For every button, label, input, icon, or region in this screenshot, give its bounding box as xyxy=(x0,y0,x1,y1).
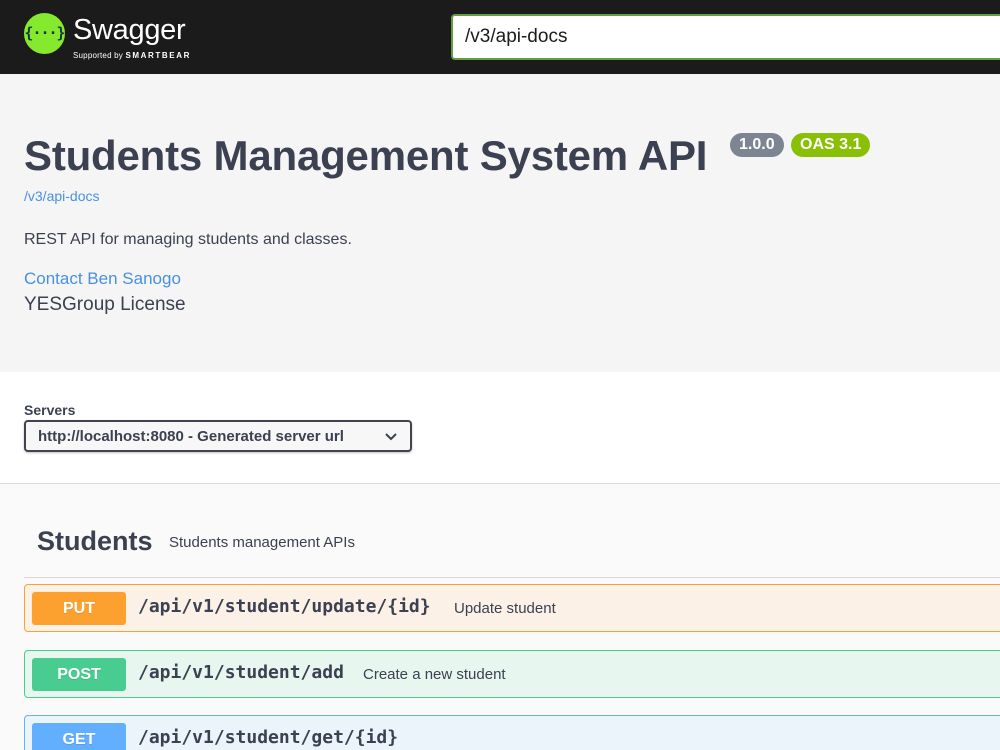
divider xyxy=(24,577,1000,578)
page-title: Students Management System API xyxy=(24,132,708,179)
operation-path: /api/v1/student/update/{id} xyxy=(138,596,431,617)
license-text: YESGroup License xyxy=(24,294,186,315)
operation-put-update-student[interactable]: PUT /api/v1/student/update/{id} Update s… xyxy=(24,584,1000,632)
servers-label: Servers xyxy=(24,402,76,418)
brand-name[interactable]: Swagger xyxy=(73,14,186,47)
oas-badge: OAS 3.1 xyxy=(791,133,871,157)
tag-title[interactable]: Students xyxy=(37,526,153,557)
operation-summary: Update student xyxy=(454,600,556,617)
servers-selected-value: http://localhost:8080 - Generated server… xyxy=(38,428,344,445)
chevron-down-icon xyxy=(385,433,397,441)
operation-summary: Create a new student xyxy=(363,666,506,683)
brand-tagline: Supported by SMARTBEAR xyxy=(73,51,191,60)
method-badge: PUT xyxy=(32,592,126,625)
tagline-prefix: Supported by xyxy=(73,51,123,60)
spec-url-input[interactable] xyxy=(451,14,1000,60)
servers-select[interactable]: http://localhost:8080 - Generated server… xyxy=(24,420,412,452)
tagline-company: SMARTBEAR xyxy=(125,51,191,60)
version-badge: 1.0.0 xyxy=(730,133,784,157)
contact-link[interactable]: Contact Ben Sanogo xyxy=(24,269,181,289)
method-badge: GET xyxy=(32,723,126,750)
operation-path: /api/v1/student/add xyxy=(138,662,344,683)
logo-glyph: {···} xyxy=(24,24,65,42)
swagger-logo-icon[interactable]: {···} xyxy=(24,13,66,54)
spec-url-link[interactable]: /v3/api-docs xyxy=(24,188,99,204)
topbar: {···} Swagger Supported by SMARTBEAR xyxy=(0,0,1000,74)
api-description: REST API for managing students and class… xyxy=(24,231,352,248)
operation-post-add-student[interactable]: POST /api/v1/student/add Create a new st… xyxy=(24,650,1000,698)
operation-get-student[interactable]: GET /api/v1/student/get/{id} xyxy=(24,715,1000,750)
method-badge: POST xyxy=(32,658,126,691)
info-section xyxy=(0,74,1000,372)
operation-path: /api/v1/student/get/{id} xyxy=(138,727,399,748)
tag-description: Students management APIs xyxy=(169,534,355,551)
